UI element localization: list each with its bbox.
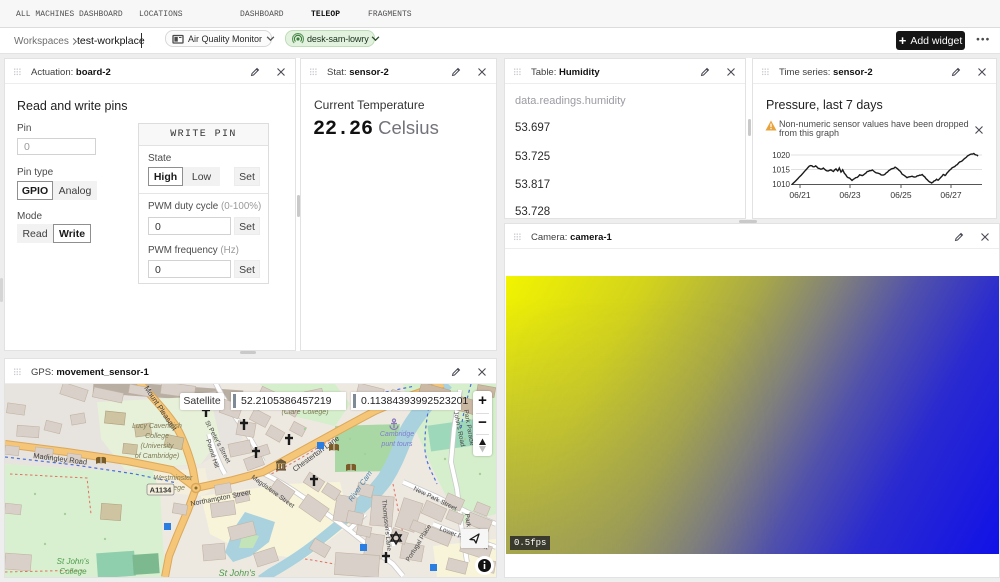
svg-text:06/23: 06/23 bbox=[839, 190, 861, 200]
svg-text:06/27: 06/27 bbox=[940, 190, 962, 200]
svg-text:punt tours: punt tours bbox=[380, 441, 413, 448]
svg-text:College: College bbox=[59, 567, 87, 576]
svg-text:06/21: 06/21 bbox=[789, 190, 811, 200]
svg-text:St John's: St John's bbox=[57, 557, 90, 566]
svg-text:06/25: 06/25 bbox=[890, 190, 912, 200]
svg-text:1010: 1010 bbox=[772, 180, 790, 189]
svg-text:1020: 1020 bbox=[772, 151, 790, 160]
svg-text:College: College bbox=[145, 433, 169, 440]
svg-text:A1134: A1134 bbox=[150, 486, 173, 495]
svg-text:Lucy Cavendish: Lucy Cavendish bbox=[132, 423, 182, 430]
svg-text:St John's: St John's bbox=[219, 568, 256, 577]
svg-text:1015: 1015 bbox=[772, 166, 790, 175]
svg-text:(Clare College): (Clare College) bbox=[281, 409, 328, 416]
svg-text:Cambridge: Cambridge bbox=[380, 431, 414, 438]
svg-text:Westminster: Westminster bbox=[154, 475, 193, 482]
svg-text:(University: (University bbox=[140, 443, 174, 450]
svg-text:of Cambridge): of Cambridge) bbox=[135, 453, 179, 460]
